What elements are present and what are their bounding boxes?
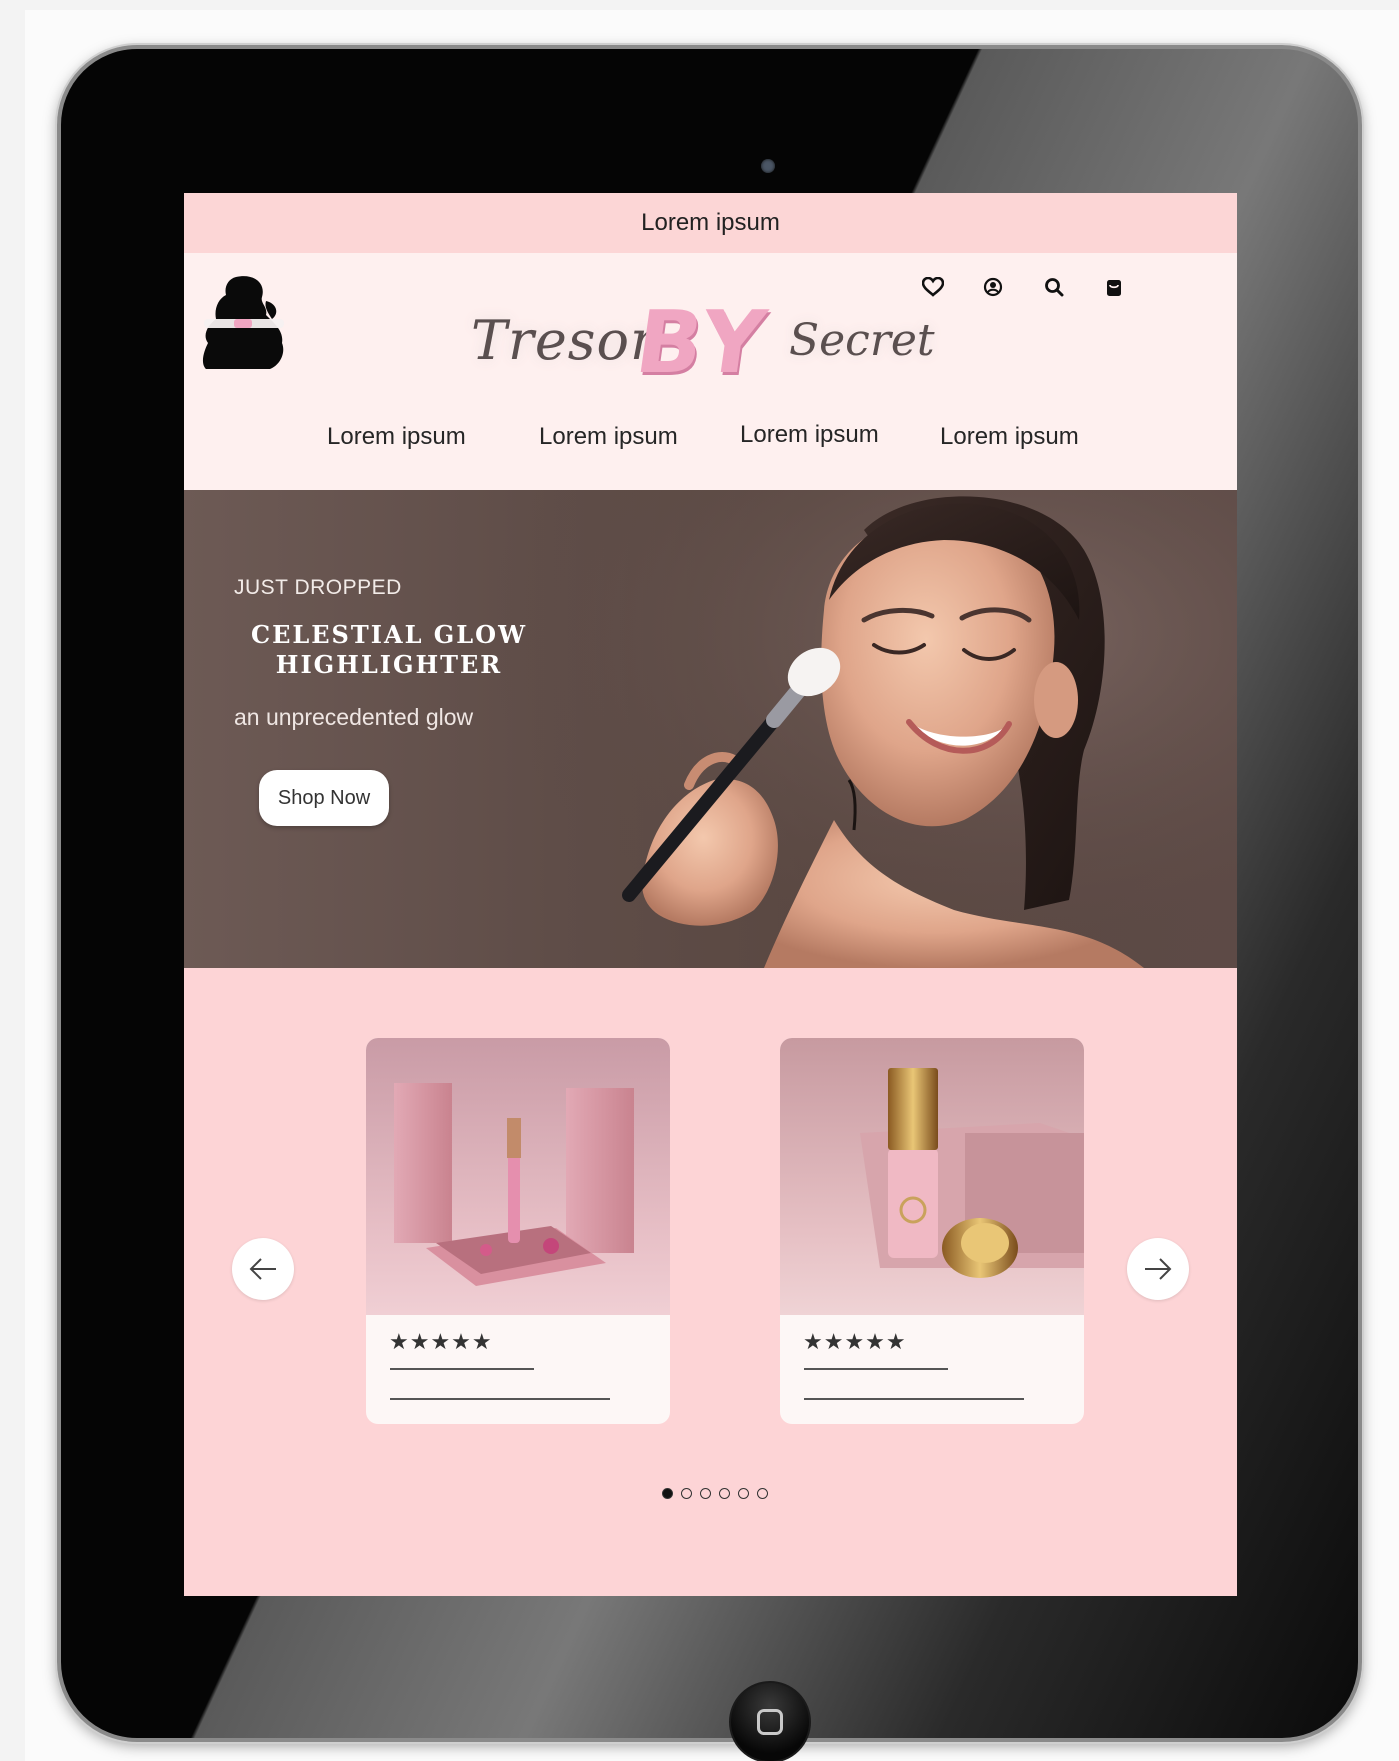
pagination-dot[interactable] bbox=[662, 1488, 673, 1499]
bag-icon bbox=[1107, 280, 1121, 296]
arrow-left-icon bbox=[249, 1258, 276, 1280]
pagination-dot[interactable] bbox=[738, 1488, 749, 1499]
home-button[interactable] bbox=[729, 1681, 811, 1761]
pagination-dot[interactable] bbox=[757, 1488, 768, 1499]
silhouette-logo[interactable] bbox=[196, 273, 290, 373]
announcement-text: Lorem ipsum bbox=[641, 209, 780, 236]
wishlist-button[interactable] bbox=[919, 273, 947, 301]
pagination-dot[interactable] bbox=[719, 1488, 730, 1499]
pagination-dot[interactable] bbox=[700, 1488, 711, 1499]
nav-item-1[interactable]: Lorem ipsum bbox=[327, 423, 466, 451]
shop-now-button[interactable]: Shop Now bbox=[259, 770, 389, 826]
heart-icon bbox=[922, 277, 944, 297]
hero-title: CELESTIAL GLOW HIGHLIGHTER bbox=[250, 620, 528, 679]
product-card[interactable]: ★★★★★ bbox=[780, 1038, 1084, 1424]
hero-subtitle: an unprecedented glow bbox=[234, 704, 474, 730]
rating-stars: ★★★★★ bbox=[389, 1330, 493, 1355]
nav-item-4[interactable]: Lorem ipsum bbox=[940, 423, 1079, 451]
brand-secret: Secret bbox=[789, 315, 935, 366]
product-carousel: ★★★★★ ★★★★★ bbox=[184, 968, 1237, 1596]
brand-logo[interactable]: Tresor BY Secret bbox=[459, 283, 989, 393]
carousel-prev-button[interactable] bbox=[232, 1238, 294, 1300]
main-nav: Lorem ipsum Lorem ipsum Lorem ipsum Lore… bbox=[184, 421, 1237, 467]
product-card[interactable]: ★★★★★ bbox=[366, 1038, 670, 1424]
account-button[interactable] bbox=[979, 273, 1007, 301]
product-image bbox=[780, 1038, 1084, 1315]
account-icon bbox=[983, 277, 1003, 297]
nav-item-2[interactable]: Lorem ipsum bbox=[539, 423, 678, 451]
product-price-placeholder bbox=[390, 1398, 610, 1400]
hero-banner: JUST DROPPED CELESTIAL GLOW HIGHLIGHTER … bbox=[184, 490, 1237, 968]
search-button[interactable] bbox=[1040, 273, 1068, 301]
announcement-bar: Lorem ipsum bbox=[184, 193, 1237, 253]
search-icon bbox=[1045, 278, 1064, 297]
carousel-pagination bbox=[662, 1488, 768, 1499]
rating-stars: ★★★★★ bbox=[803, 1330, 907, 1355]
product-title-placeholder bbox=[804, 1368, 948, 1370]
site-header: Tresor BY Secret Lorem ipsum Lorem ipsum… bbox=[184, 253, 1237, 490]
brand-by: BY bbox=[629, 293, 776, 393]
screen: Lorem ipsum Tresor BY Secret Lorem ipsum… bbox=[184, 193, 1237, 1596]
cart-button[interactable] bbox=[1100, 273, 1128, 301]
product-price-placeholder bbox=[804, 1398, 1024, 1400]
hero-eyebrow: JUST DROPPED bbox=[234, 576, 402, 599]
nav-item-3[interactable]: Lorem ipsum bbox=[740, 421, 879, 449]
product-image bbox=[366, 1038, 670, 1315]
brand-tresor: Tresor bbox=[471, 309, 657, 372]
camera-icon bbox=[761, 159, 775, 173]
pagination-dot[interactable] bbox=[681, 1488, 692, 1499]
hero-model-image bbox=[484, 490, 1237, 968]
product-title-placeholder bbox=[390, 1368, 534, 1370]
carousel-next-button[interactable] bbox=[1127, 1238, 1189, 1300]
arrow-right-icon bbox=[1145, 1258, 1172, 1280]
home-square-icon bbox=[757, 1709, 783, 1735]
